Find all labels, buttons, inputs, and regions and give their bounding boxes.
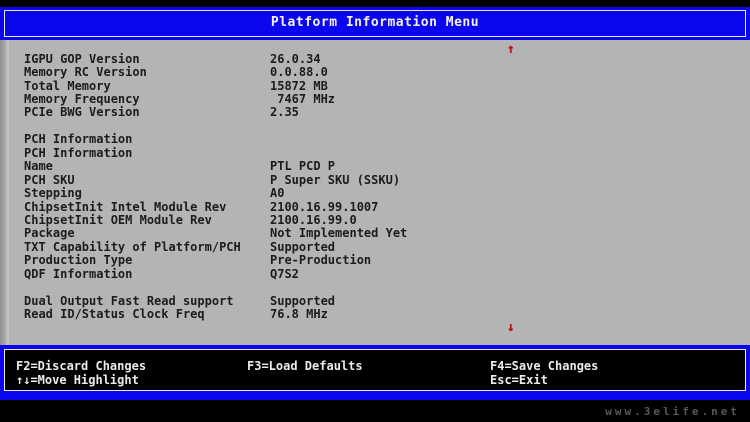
watermark: www.3elife.net	[605, 405, 740, 418]
field-row-spacer	[24, 119, 740, 132]
scroll-down-arrow-icon[interactable]: ↓	[507, 321, 515, 334]
field-label: PCH Information	[24, 146, 270, 160]
field-row[interactable]: ChipsetInit Intel Module Rev2100.16.99.1…	[24, 200, 740, 213]
field-label: Stepping	[24, 186, 270, 200]
field-value: 2.35	[270, 105, 299, 119]
field-row[interactable]: PCIe BWG Version2.35	[24, 106, 740, 119]
field-value: 26.0.34	[270, 52, 321, 66]
field-row[interactable]: Read ID/Status Clock Freq76.8 MHz	[24, 307, 740, 320]
field-label: TXT Capability of Platform/PCH	[24, 240, 270, 254]
field-label: IGPU GOP Version	[24, 52, 270, 66]
field-row[interactable]: Memory Frequency 7467 MHz	[24, 92, 740, 105]
field-label: Dual Output Fast Read support	[24, 294, 270, 308]
field-row[interactable]: NamePTL PCD P	[24, 160, 740, 173]
field-value: 0.0.88.0	[270, 65, 328, 79]
key-f2-discard-changes[interactable]: F2=Discard Changes	[16, 359, 146, 373]
field-label: Memory Frequency	[24, 92, 270, 106]
field-value: 76.8 MHz	[270, 307, 328, 321]
bios-screen: { "window": { "title": "Platform Informa…	[0, 0, 750, 422]
field-row[interactable]: Total Memory15872 MB	[24, 79, 740, 92]
field-value: Q7S2	[270, 267, 299, 281]
field-label: Package	[24, 226, 270, 240]
field-value: Supported	[270, 294, 335, 308]
field-row[interactable]: Production TypePre-Production	[24, 254, 740, 267]
field-row[interactable]: ChipsetInit OEM Module Rev2100.16.99.0	[24, 213, 740, 226]
field-label: Total Memory	[24, 79, 270, 93]
field-label: Memory RC Version	[24, 65, 270, 79]
key-esc-exit[interactable]: Esc=Exit	[490, 373, 548, 387]
field-label: ChipsetInit OEM Module Rev	[24, 213, 270, 227]
platform-info-panel: ↑ IGPU GOP Version26.0.34Memory RC Versi…	[0, 40, 750, 345]
field-row[interactable]: PCH Information	[24, 146, 740, 159]
field-value: PTL PCD P	[270, 159, 335, 173]
key-arrows-move-highlight[interactable]: ↑↓=Move Highlight	[16, 373, 139, 387]
field-row[interactable]: PCH SKUP Super SKU (SSKU)	[24, 173, 740, 186]
field-row-spacer	[24, 280, 740, 293]
field-row[interactable]: QDF InformationQ7S2	[24, 267, 740, 280]
field-value: 2100.16.99.0	[270, 213, 357, 227]
field-row[interactable]: SteppingA0	[24, 186, 740, 199]
title-bar: Platform Information Menu	[0, 7, 750, 40]
key-f3-load-defaults[interactable]: F3=Load Defaults	[247, 359, 363, 373]
field-value: P Super SKU (SSKU)	[270, 173, 400, 187]
field-value: 2100.16.99.1007	[270, 200, 378, 214]
field-row[interactable]: Dual Output Fast Read supportSupported	[24, 294, 740, 307]
field-label: Name	[24, 159, 270, 173]
key-f4-save-changes[interactable]: F4=Save Changes	[490, 359, 598, 373]
field-value: Supported	[270, 240, 335, 254]
key-hint-box: F2=Discard Changes F3=Load Defaults F4=S…	[4, 349, 746, 391]
field-label: ChipsetInit Intel Module Rev	[24, 200, 270, 214]
field-value: Pre-Production	[270, 253, 371, 267]
field-label: PCH SKU	[24, 173, 270, 187]
page-title: Platform Information Menu	[0, 15, 750, 30]
field-value: A0	[270, 186, 284, 200]
field-value: Not Implemented Yet	[270, 226, 407, 240]
field-row[interactable]: PackageNot Implemented Yet	[24, 227, 740, 240]
field-label: QDF Information	[24, 267, 270, 281]
key-hint-bar: F2=Discard Changes F3=Load Defaults F4=S…	[0, 345, 750, 400]
field-label: Read ID/Status Clock Freq	[24, 307, 270, 321]
field-list: IGPU GOP Version26.0.34Memory RC Version…	[24, 52, 740, 321]
field-row[interactable]: TXT Capability of Platform/PCHSupported	[24, 240, 740, 253]
field-row[interactable]: IGPU GOP Version26.0.34	[24, 52, 740, 65]
field-label: PCIe BWG Version	[24, 105, 270, 119]
field-value: 15872 MB	[270, 79, 328, 93]
field-label: PCH Information	[24, 132, 270, 146]
field-row[interactable]: PCH Information	[24, 133, 740, 146]
field-value: 7467 MHz	[270, 92, 335, 106]
field-label: Production Type	[24, 253, 270, 267]
panel-left-bevel	[0, 40, 9, 345]
field-row[interactable]: Memory RC Version0.0.88.0	[24, 65, 740, 78]
